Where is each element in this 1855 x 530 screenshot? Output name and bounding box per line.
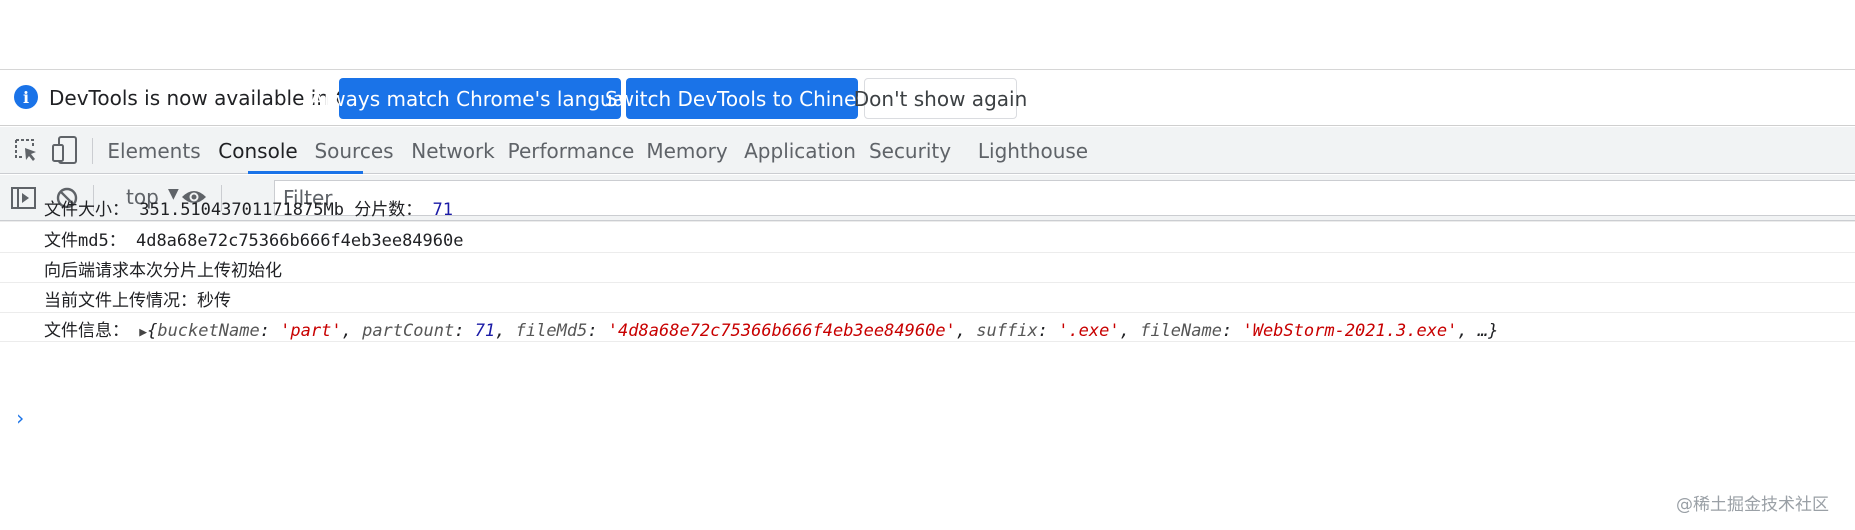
expand-triangle-icon[interactable]: ▶	[139, 325, 147, 340]
tab-lighthouse[interactable]: Lighthouse	[978, 127, 1088, 174]
watermark: @稀土掘金技术社区	[1676, 495, 1829, 515]
page-area	[0, 0, 1855, 70]
tab-application[interactable]: Application	[744, 127, 856, 174]
message-label: 文件信息：	[44, 321, 129, 341]
tab-memory[interactable]: Memory	[646, 127, 727, 174]
tab-sources[interactable]: Sources	[314, 127, 393, 174]
tab-performance[interactable]: Performance	[508, 127, 635, 174]
always-match-language-button[interactable]: Always match Chrome's language	[310, 78, 650, 119]
tab-elements[interactable]: Elements	[107, 127, 200, 174]
info-icon: i	[14, 85, 38, 109]
switch-to-chinese-button[interactable]: Switch DevTools to Chinese	[605, 78, 879, 119]
inspect-element-icon[interactable]	[13, 137, 39, 163]
toolbar-divider	[92, 138, 93, 164]
console-message: 文件信息： ▶{bucketName: 'part', partCount: 7…	[0, 308, 1855, 342]
console-prompt-chevron-icon[interactable]: ›	[14, 406, 26, 430]
object-preview[interactable]: {bucketName: 'part', partCount: 71, file…	[147, 321, 1498, 341]
device-toggle-icon[interactable]	[51, 135, 79, 165]
dont-show-again-button[interactable]: Don't show again	[854, 78, 1027, 119]
tab-console[interactable]: Console	[218, 127, 298, 174]
tab-security[interactable]: Security	[869, 127, 951, 174]
tab-network[interactable]: Network	[411, 127, 495, 174]
